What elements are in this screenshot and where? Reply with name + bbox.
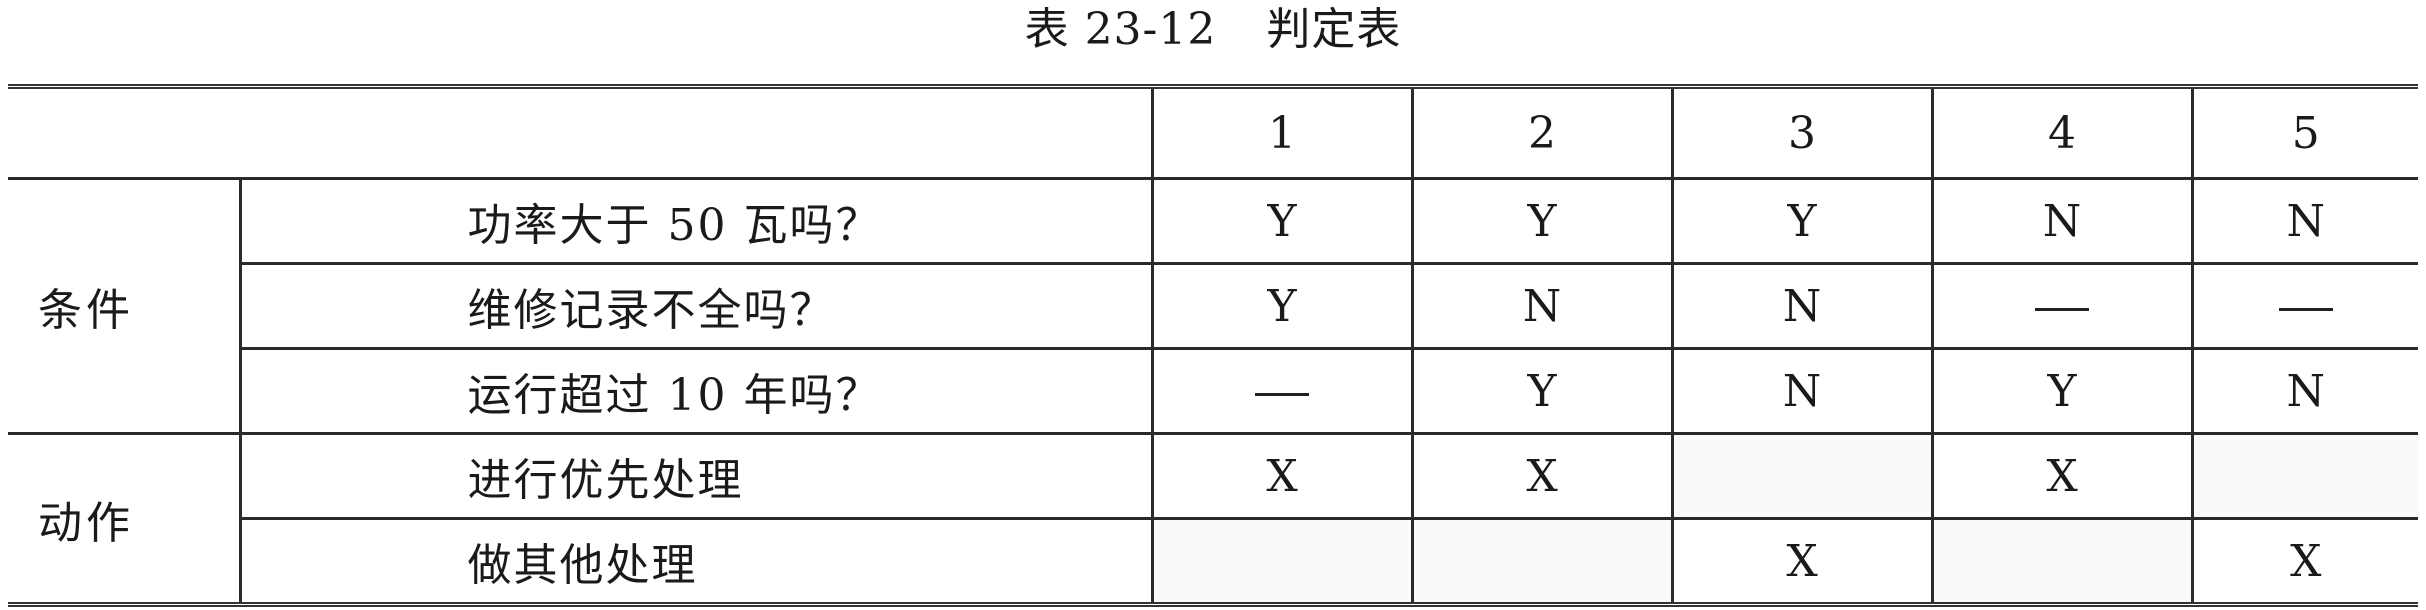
rule-header-3: 3 xyxy=(1670,86,1934,180)
decision-cell xyxy=(1930,262,2194,350)
decision-cell: N xyxy=(1930,177,2194,265)
decision-cell: Y xyxy=(1150,177,1414,265)
action-label: 进行优先处理 xyxy=(238,432,1154,520)
decision-cell: Y xyxy=(1150,262,1414,350)
table-caption: 表 23-12 判定表 xyxy=(0,0,2426,60)
column-header-row: 1 2 3 4 5 xyxy=(8,86,2418,180)
dash-mark xyxy=(2278,307,2333,311)
condition-row: 维修记录不全吗？ Y N N xyxy=(8,262,2418,350)
condition-label: 维修记录不全吗？ xyxy=(240,262,1154,350)
condition-label: 运行超过 10 年吗？ xyxy=(240,347,1154,435)
rule-header-1: 1 xyxy=(1150,86,1414,180)
condition-label: 功率大于 50 瓦吗？ xyxy=(238,177,1154,265)
action-group-label: 动作 xyxy=(8,432,242,606)
decision-cell: X xyxy=(1670,517,1934,605)
decision-cell: N xyxy=(1670,347,1934,435)
decision-cell: Y xyxy=(1410,177,1674,265)
decision-cell: N xyxy=(2190,177,2418,265)
decision-cell: N xyxy=(2190,347,2418,435)
decision-cell: Y xyxy=(1930,347,2194,435)
decision-cell xyxy=(1670,432,1934,520)
condition-row: 条件 功率大于 50 瓦吗？ Y Y Y N N xyxy=(8,177,2418,435)
condition-row: 运行超过 10 年吗？ Y N Y N xyxy=(8,347,2418,435)
condition-group-label: 条件 xyxy=(8,177,242,435)
decision-cell xyxy=(1150,517,1414,605)
caption-number: 表 23-12 xyxy=(1024,4,1217,55)
rule-header-4: 4 xyxy=(1930,86,2194,180)
action-label: 做其他处理 xyxy=(240,517,1154,605)
decision-cell: N xyxy=(1410,262,1674,350)
caption-title: 判定表 xyxy=(1266,4,1402,55)
decision-cell xyxy=(2190,262,2418,350)
decision-cell: X xyxy=(2190,517,2418,605)
decision-table: 1 2 3 4 5 条件 功率大于 50 瓦吗？ Y Y Y N N 维修记录不… xyxy=(8,84,2418,607)
action-row: 做其他处理 X X xyxy=(8,517,2418,605)
header-corner-cell xyxy=(8,86,1154,180)
rule-header-5: 5 xyxy=(2190,86,2418,180)
decision-cell xyxy=(1150,347,1414,435)
decision-cell xyxy=(1930,517,2194,605)
decision-cell: Y xyxy=(1410,347,1674,435)
dash-mark xyxy=(2035,307,2089,311)
decision-cell xyxy=(2190,432,2418,520)
decision-cell: X xyxy=(1150,432,1414,520)
decision-cell xyxy=(1410,517,1674,605)
rule-header-2: 2 xyxy=(1410,86,1674,180)
decision-cell: X xyxy=(1930,432,2194,520)
dash-mark xyxy=(1255,392,1309,396)
decision-cell: Y xyxy=(1670,177,1934,265)
action-row: 动作 进行优先处理 X X X xyxy=(8,432,2418,606)
decision-cell: N xyxy=(1670,262,1934,350)
decision-cell: X xyxy=(1410,432,1674,520)
